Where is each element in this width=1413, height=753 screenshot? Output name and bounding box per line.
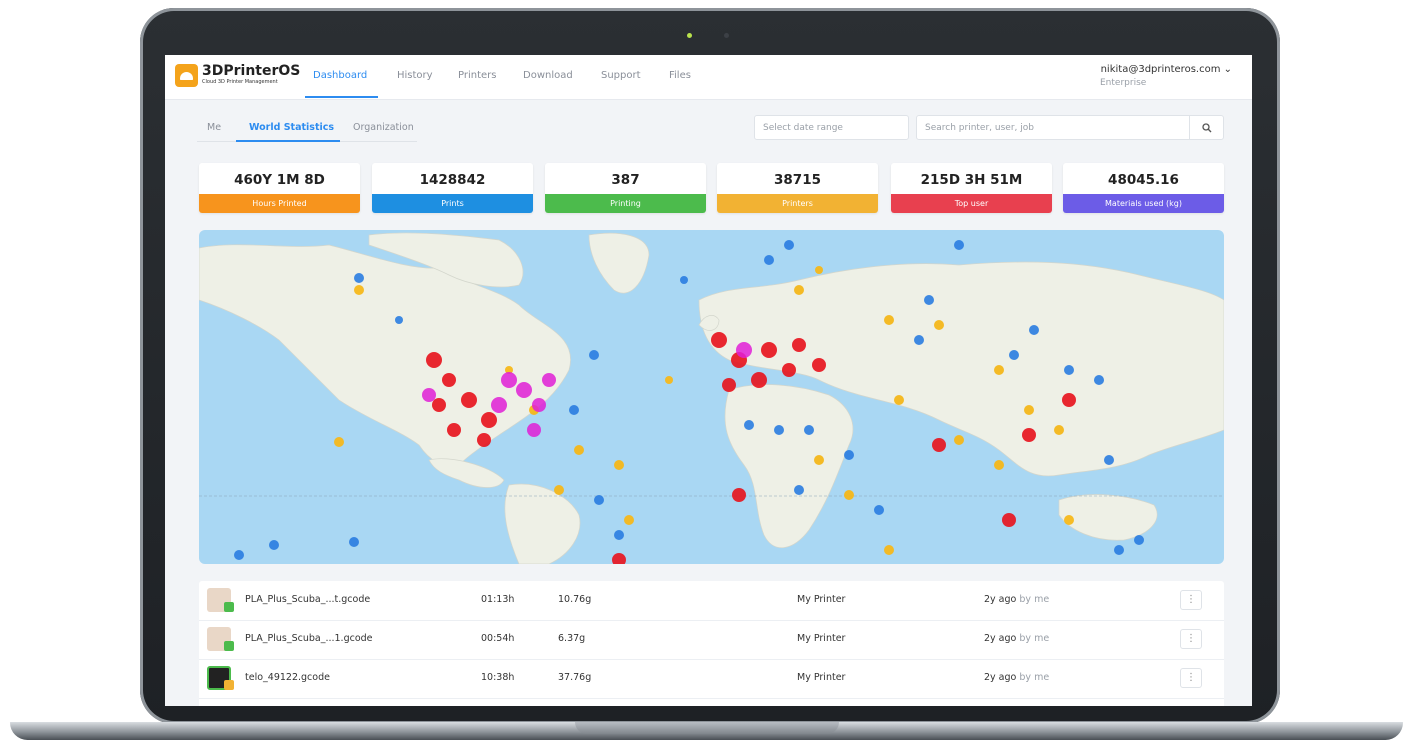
stat-value: 215D 3H 51M xyxy=(920,172,1023,188)
tab-me[interactable]: Me xyxy=(207,122,221,133)
stat-label: Top user xyxy=(891,194,1052,213)
stat-materials-used: 48045.16 Materials used (kg) xyxy=(1063,163,1224,213)
row-menu-button[interactable]: ⋮ xyxy=(1180,668,1202,688)
check-icon xyxy=(224,602,234,612)
material-weight: 37.76g xyxy=(558,672,592,683)
nav-support[interactable]: Support xyxy=(601,70,641,81)
stat-value: 460Y 1M 8D xyxy=(234,172,325,188)
nav-dashboard[interactable]: Dashboard xyxy=(313,70,367,81)
logo-subtitle: Cloud 3D Printer Management xyxy=(202,79,278,85)
printer-name: My Printer xyxy=(797,594,846,605)
row-menu-button[interactable]: ⋮ xyxy=(1180,590,1202,610)
file-name[interactable]: telo_49122.gcode xyxy=(245,672,330,683)
stat-value: 387 xyxy=(611,172,640,188)
print-date: 2y ago by me xyxy=(984,672,1049,683)
row-menu-button[interactable]: ⋮ xyxy=(1180,629,1202,649)
print-date: 2y ago by me xyxy=(984,633,1049,644)
stat-label: Materials used (kg) xyxy=(1063,194,1224,213)
logo-title: 3DPrinterOS xyxy=(202,63,301,79)
check-icon xyxy=(224,641,234,651)
print-jobs-table: PLA_Plus_Scuba_...t.gcode 01:13h 10.76g … xyxy=(199,581,1224,706)
printer-name: My Printer xyxy=(797,672,846,683)
top-navigation-bar: 3DPrinterOS Cloud 3D Printer Management … xyxy=(165,55,1252,100)
stat-value: 1428842 xyxy=(419,172,486,188)
laptop-base-notch xyxy=(575,722,839,734)
date-range-picker[interactable]: Select date range xyxy=(754,115,909,140)
stat-label: Printing xyxy=(545,194,706,213)
active-nav-indicator xyxy=(305,96,378,98)
search-input[interactable]: Search printer, user, job xyxy=(916,115,1191,140)
printed-by: by me xyxy=(1019,633,1050,644)
stat-value: 38715 xyxy=(774,172,821,188)
tab-world-statistics[interactable]: World Statistics xyxy=(249,122,334,133)
stat-hours-printed: 460Y 1M 8D Hours Printed xyxy=(199,163,360,213)
file-name[interactable]: PLA_Plus_Scuba_...t.gcode xyxy=(245,594,370,605)
print-age: 2y ago xyxy=(984,594,1017,605)
stat-top-user: 215D 3H 51M Top user xyxy=(891,163,1052,213)
active-tab-indicator xyxy=(236,140,340,142)
material-weight: 10.76g xyxy=(558,594,592,605)
logo-icon xyxy=(175,64,198,87)
print-age: 2y ago xyxy=(984,633,1017,644)
print-time: 01:13h xyxy=(481,594,515,605)
table-row[interactable]: PLA_Plus_Scuba_...t.gcode 01:13h 10.76g … xyxy=(199,581,1224,621)
warning-icon xyxy=(224,680,234,690)
print-age: 2y ago xyxy=(984,672,1017,683)
material-weight: 6.37g xyxy=(558,633,586,644)
stat-printing: 387 Printing xyxy=(545,163,706,213)
stat-label: Prints xyxy=(372,194,533,213)
nav-printers[interactable]: Printers xyxy=(458,70,496,81)
tab-organization[interactable]: Organization xyxy=(353,122,414,133)
user-menu[interactable]: nikita@3dprinteros.com ⌄ xyxy=(1101,64,1232,75)
print-time: 00:54h xyxy=(481,633,515,644)
printed-by: by me xyxy=(1019,672,1050,683)
table-row[interactable]: telo_49122.gcode 10:38h 37.76g My Printe… xyxy=(199,659,1224,699)
printer-name: My Printer xyxy=(797,633,846,644)
search-icon xyxy=(1202,123,1212,133)
world-map-canvas xyxy=(199,232,1224,564)
file-name[interactable]: PLA_Plus_Scuba_...1.gcode xyxy=(245,633,373,644)
stat-label: Printers xyxy=(717,194,878,213)
camera-lens xyxy=(724,33,729,38)
nav-files[interactable]: Files xyxy=(669,70,691,81)
camera-indicator-light xyxy=(687,33,692,38)
stat-prints: 1428842 Prints xyxy=(372,163,533,213)
user-plan-label: Enterprise xyxy=(1100,78,1147,88)
world-map[interactable] xyxy=(199,230,1224,564)
nav-download[interactable]: Download xyxy=(523,70,573,81)
stat-label: Hours Printed xyxy=(199,194,360,213)
table-row[interactable]: PLA_Plus_Scuba_...1.gcode 00:54h 6.37g M… xyxy=(199,620,1224,660)
app-screen: 3DPrinterOS Cloud 3D Printer Management … xyxy=(165,55,1252,706)
stat-printers: 38715 Printers xyxy=(717,163,878,213)
printed-by: by me xyxy=(1019,594,1050,605)
search-button[interactable] xyxy=(1189,115,1224,140)
print-time: 10:38h xyxy=(481,672,515,683)
print-date: 2y ago by me xyxy=(984,594,1049,605)
stat-value: 48045.16 xyxy=(1108,172,1179,188)
nav-history[interactable]: History xyxy=(397,70,433,81)
